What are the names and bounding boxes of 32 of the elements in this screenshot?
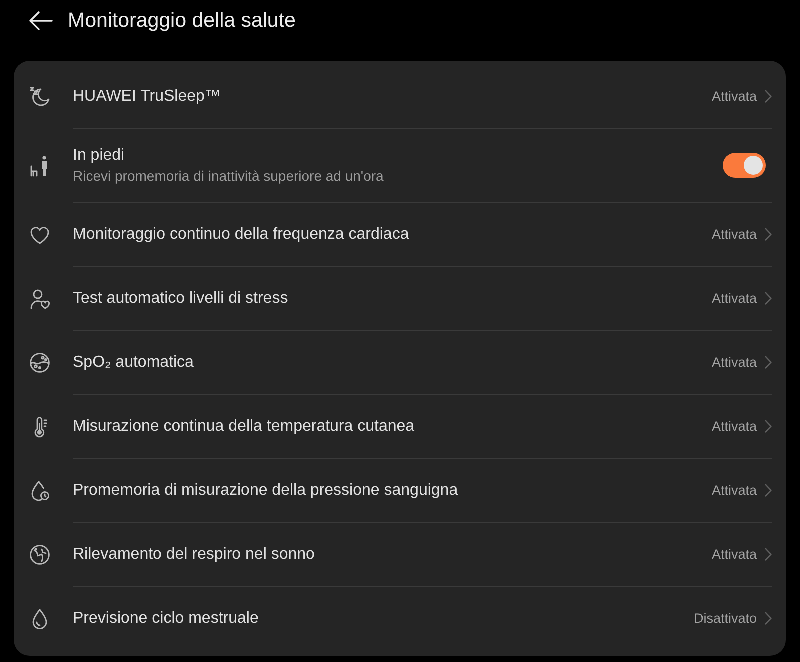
toggle-switch[interactable] [723,153,766,178]
setting-label[interactable]: Misurazione continua della temperatura cutanea [73,418,415,436]
setting-label[interactable]: Rilevamento del respiro nel sonno [73,546,315,564]
status-value: Attivata [712,483,757,498]
bubbles-circle-icon [28,350,52,374]
back-arrow-icon[interactable] [29,11,53,31]
chevron-icon[interactable] [765,612,772,625]
chevron-icon[interactable] [765,484,772,497]
setting-label[interactable]: Promemoria di misurazione della pressione sanguigna [73,482,458,500]
lungs-circle-icon [28,542,52,566]
moon-icon [28,84,52,108]
chevron-icon[interactable] [765,356,772,369]
chevron-icon[interactable] [765,228,772,241]
page-title: Monitoraggio della salute [68,9,296,33]
setting-label[interactable]: Monitoraggio continuo della frequenza cardiaca [73,226,410,244]
setting-label[interactable]: In piedi [73,147,125,165]
status-value: Attivata [712,547,757,562]
chevron-icon[interactable] [765,548,772,561]
chevron-icon[interactable] [765,292,772,305]
setting-description: Ricevi promemoria di inattività superiore ad un'ora [73,168,384,184]
setting-label[interactable]: SpO₂ automatica [73,354,194,372]
chevron-icon[interactable] [765,90,772,103]
chevron-icon[interactable] [765,420,772,433]
setting-label[interactable]: Previsione ciclo mestruale [73,610,259,628]
status-value: Attivata [712,419,757,434]
status-value: Attivata [712,291,757,306]
setting-label[interactable]: HUAWEI TruSleep™ [73,88,221,106]
status-value: Attivata [712,355,757,370]
setting-label[interactable]: Test automatico livelli di stress [73,290,288,308]
status-value: Attivata [712,89,757,104]
status-value: Attivata [712,227,757,242]
status-value: Disattivato [694,611,757,626]
